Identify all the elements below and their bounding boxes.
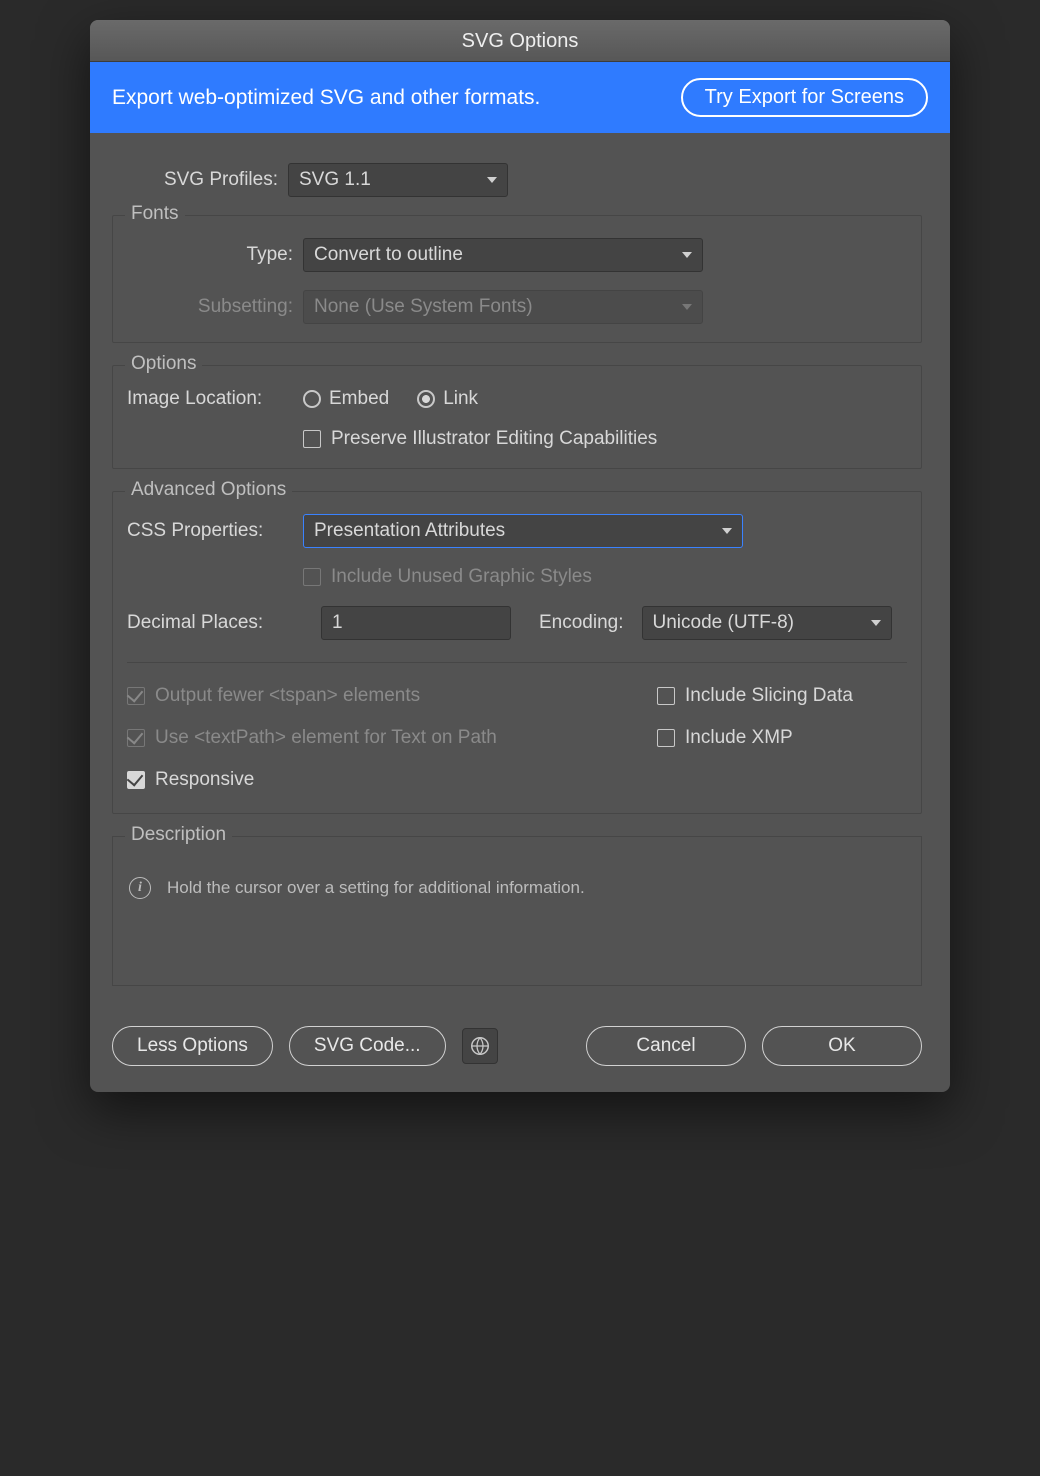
fonts-fieldset: Fonts Type: Convert to outline Subsettin… [112,215,922,343]
encoding-value: Unicode (UTF-8) [653,612,794,634]
chevron-down-icon [871,620,881,626]
include-unused-label: Include Unused Graphic Styles [331,566,592,588]
checkbox-icon [303,568,321,586]
encoding-label: Encoding: [539,612,624,634]
include-xmp-checkbox[interactable]: Include XMP [657,727,907,749]
include-slicing-data-checkbox[interactable]: Include Slicing Data [657,685,907,707]
fonts-type-value: Convert to outline [314,244,463,266]
fonts-type-label: Type: [127,244,303,266]
checkbox-checked-icon [127,771,145,789]
checkbox-icon [657,729,675,747]
info-icon: i [129,877,151,899]
advanced-options-fieldset: Advanced Options CSS Properties: Present… [112,491,922,814]
dialog-footer: Less Options SVG Code... Cancel OK [112,1026,922,1066]
radio-icon [303,390,321,408]
output-fewer-tspan-label: Output fewer <tspan> elements [155,685,420,707]
chevron-down-icon [682,304,692,310]
advanced-legend: Advanced Options [125,479,292,501]
options-legend: Options [125,353,202,375]
titlebar: SVG Options [90,20,950,62]
fonts-legend: Fonts [125,203,185,225]
try-export-for-screens-button[interactable]: Try Export for Screens [681,78,928,117]
fonts-subsetting-select: None (Use System Fonts) [303,290,703,324]
include-xmp-label: Include XMP [685,727,793,749]
fonts-subsetting-label: Subsetting: [127,296,303,318]
image-location-label: Image Location: [127,388,303,410]
divider [127,662,907,663]
css-properties-label: CSS Properties: [127,520,303,542]
decimal-places-input[interactable] [321,606,511,640]
responsive-checkbox[interactable]: Responsive [127,769,497,791]
description-fieldset: Description i Hold the cursor over a set… [112,836,922,986]
export-banner: Export web-optimized SVG and other forma… [90,62,950,133]
dialog-title: SVG Options [462,30,579,52]
image-location-link-radio[interactable]: Link [417,388,478,410]
checkbox-checked-icon [127,729,145,747]
svg-options-dialog: SVG Options Export web-optimized SVG and… [90,20,950,1092]
link-label: Link [443,388,478,410]
checkbox-icon [657,687,675,705]
globe-icon [469,1035,491,1057]
include-slicing-label: Include Slicing Data [685,685,853,707]
preserve-editing-checkbox[interactable]: Preserve Illustrator Editing Capabilitie… [303,428,657,450]
chevron-down-icon [487,177,497,183]
chevron-down-icon [722,528,732,534]
output-fewer-tspan-checkbox: Output fewer <tspan> elements [127,685,497,707]
less-options-button[interactable]: Less Options [112,1026,273,1066]
description-legend: Description [125,824,232,846]
svg-profiles-select[interactable]: SVG 1.1 [288,163,508,197]
use-textpath-label: Use <textPath> element for Text on Path [155,727,497,749]
cancel-button[interactable]: Cancel [586,1026,746,1066]
svg-code-button[interactable]: SVG Code... [289,1026,446,1066]
preview-in-browser-button[interactable] [462,1028,498,1064]
checkbox-checked-icon [127,687,145,705]
ok-button[interactable]: OK [762,1026,922,1066]
css-properties-value: Presentation Attributes [314,520,505,542]
encoding-select[interactable]: Unicode (UTF-8) [642,606,892,640]
options-fieldset: Options Image Location: Embed Link [112,365,922,469]
decimal-places-label: Decimal Places: [127,612,303,634]
fonts-type-select[interactable]: Convert to outline [303,238,703,272]
chevron-down-icon [682,252,692,258]
checkbox-icon [303,430,321,448]
image-location-embed-radio[interactable]: Embed [303,388,389,410]
svg-profiles-label: SVG Profiles: [112,169,288,191]
embed-label: Embed [329,388,389,410]
svg-profiles-value: SVG 1.1 [299,169,371,191]
banner-text: Export web-optimized SVG and other forma… [112,86,540,110]
fonts-subsetting-value: None (Use System Fonts) [314,296,533,318]
include-unused-styles-checkbox: Include Unused Graphic Styles [303,566,592,588]
preserve-editing-label: Preserve Illustrator Editing Capabilitie… [331,428,657,450]
css-properties-select[interactable]: Presentation Attributes [303,514,743,548]
radio-icon [417,390,435,408]
description-hint: Hold the cursor over a setting for addit… [167,878,585,898]
responsive-label: Responsive [155,769,254,791]
dialog-body: SVG Profiles: SVG 1.1 Fonts Type: Conver… [90,133,950,1092]
use-textpath-checkbox: Use <textPath> element for Text on Path [127,727,497,749]
